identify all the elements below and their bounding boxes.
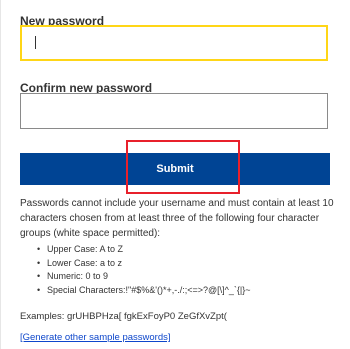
submit-button[interactable]: Submit (20, 153, 330, 185)
rule-upper-case: Upper Case: A to Z (37, 243, 250, 257)
password-examples: Examples: grUHBPHza[ fgkExFoyP0 ZeGfXvZp… (20, 311, 227, 322)
character-groups-list: Upper Case: A to Z Lower Case: a to z Nu… (20, 243, 250, 297)
change-password-form: New password Confirm new password Submit… (0, 0, 350, 349)
left-divider (0, 0, 1, 349)
rule-lower-case: Lower Case: a to z (37, 257, 250, 271)
generate-sample-passwords-link[interactable]: [Generate other sample passwords] (20, 332, 171, 343)
new-password-input[interactable] (20, 25, 328, 61)
password-rules-intro: Passwords cannot include your username a… (20, 198, 334, 239)
rule-special-characters: Special Characters:!"#$%&'()*+,-./:;<=>?… (37, 284, 250, 298)
text-cursor (35, 36, 36, 49)
confirm-password-input[interactable] (20, 93, 328, 129)
rule-numeric: Numeric: 0 to 9 (37, 270, 250, 284)
